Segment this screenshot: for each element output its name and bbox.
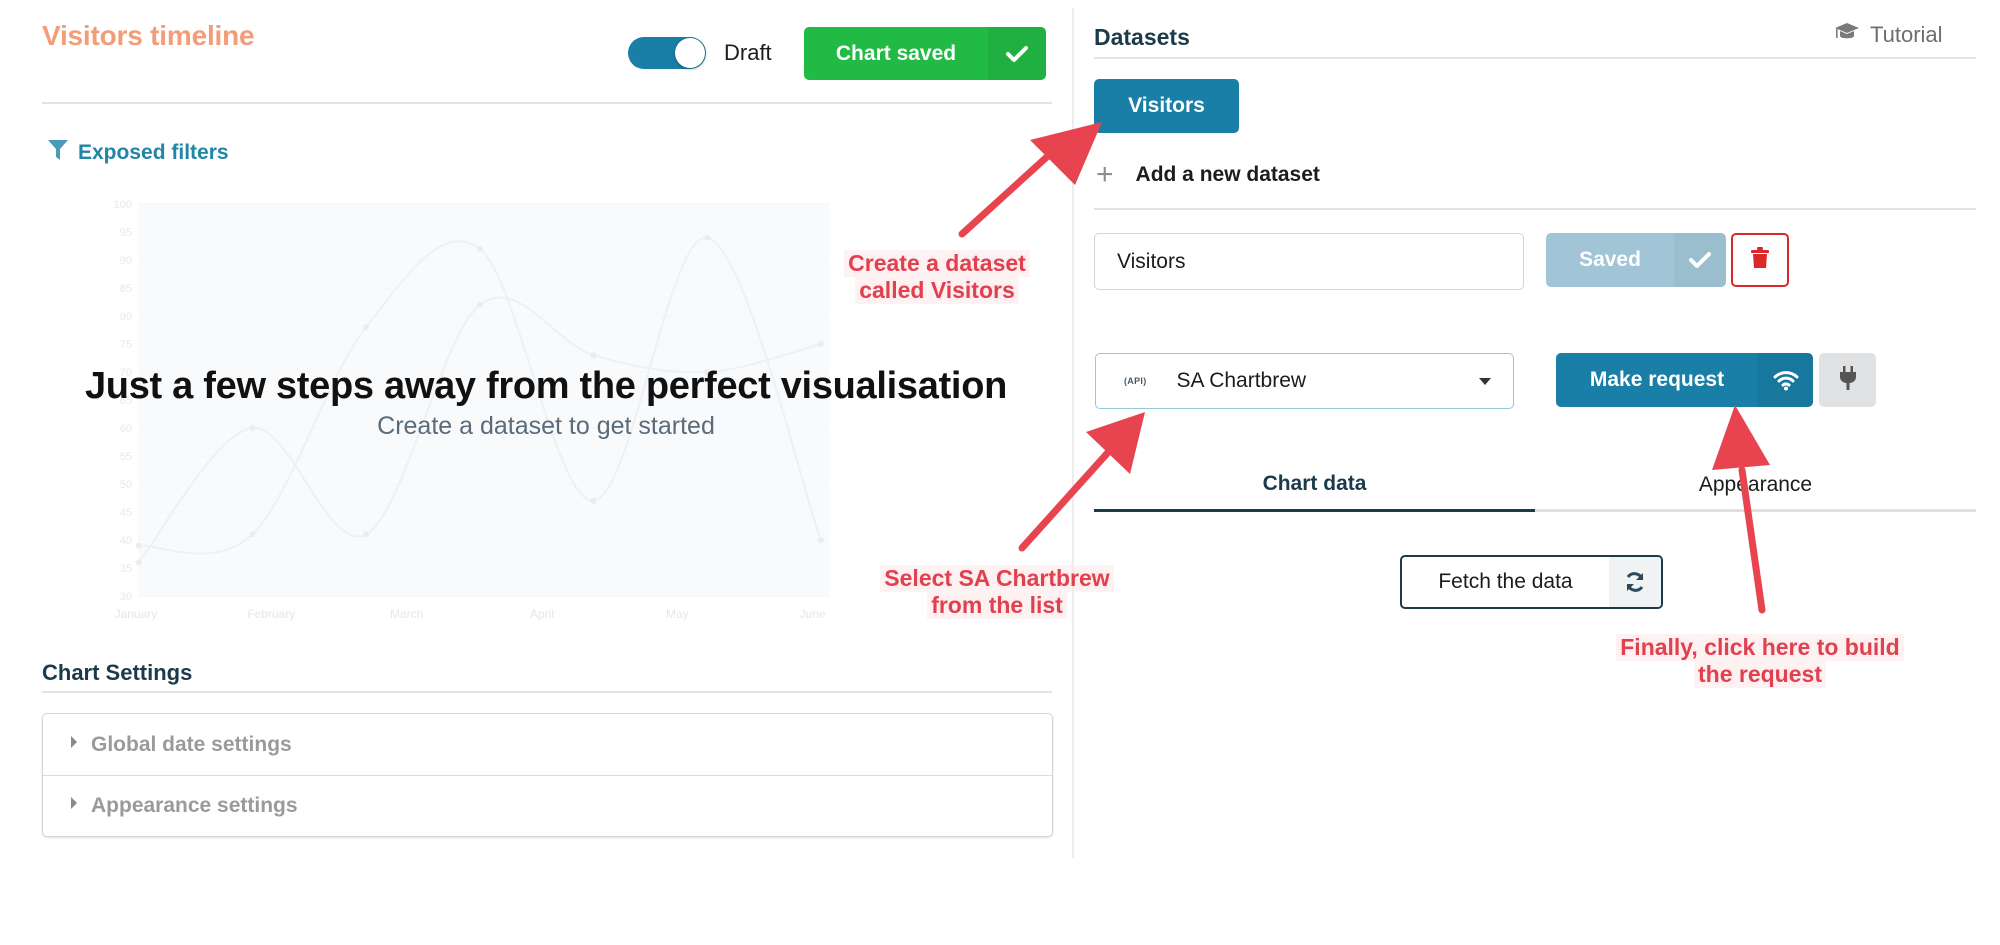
y-tick-label: 85	[120, 283, 132, 295]
toggle-knob	[675, 38, 705, 68]
data-point	[817, 537, 824, 543]
data-point	[476, 301, 483, 308]
annotation-line: from the list	[927, 592, 1067, 619]
dataset-tabs: Chart data Appearance	[1094, 458, 1976, 512]
accordion-global-date-settings[interactable]: Global date settings	[43, 714, 1052, 775]
header-divider	[42, 102, 1052, 104]
filter-icon	[48, 140, 68, 166]
y-tick-label: 95	[120, 227, 132, 239]
plug-icon	[1839, 365, 1856, 395]
annotation-select-connection: Select SA Chartbrew from the list	[862, 565, 1132, 619]
data-point	[363, 531, 370, 538]
x-tick-label: April	[530, 607, 554, 621]
tab-chart-data[interactable]: Chart data	[1094, 458, 1535, 512]
y-tick-label: 80	[120, 311, 132, 323]
x-tick-label: June	[800, 607, 826, 621]
add-dataset-button[interactable]: + Add a new dataset	[1096, 160, 1320, 190]
tab-appearance[interactable]: Appearance	[1535, 458, 1976, 512]
draft-label: Draft	[724, 40, 772, 65]
y-tick-label: 90	[120, 255, 132, 267]
datasets-divider	[1094, 57, 1976, 59]
graduation-cap-icon	[1834, 22, 1860, 48]
annotation-line: called Visitors	[855, 277, 1019, 304]
connection-settings-button[interactable]	[1819, 353, 1876, 407]
exposed-filters-label: Exposed filters	[78, 141, 229, 164]
accordion-label: Global date settings	[91, 732, 292, 756]
exposed-filters-toggle[interactable]: Exposed filters	[48, 140, 229, 166]
wifi-icon	[1758, 353, 1813, 407]
arrow-to-visitors-dataset	[958, 122, 1102, 238]
connection-dropdown[interactable]: (API) SA Chartbrew	[1095, 353, 1514, 409]
datasets-heading: Datasets	[1094, 24, 1190, 50]
chart-settings-accordion: Global date settings Appearance settings	[42, 713, 1053, 837]
tutorial-button[interactable]: Tutorial	[1834, 22, 1943, 48]
fetch-data-label: Fetch the data	[1438, 570, 1573, 593]
dropdown-caret-icon	[1479, 377, 1491, 385]
chart-settings-heading: Chart Settings	[42, 660, 193, 685]
delete-dataset-button[interactable]	[1731, 233, 1789, 287]
data-point	[135, 559, 142, 566]
annotation-line: the request	[1694, 661, 1826, 688]
y-tick-label: 50	[120, 479, 132, 491]
x-tick-label: March	[390, 607, 423, 621]
data-point	[363, 324, 370, 331]
make-request-button[interactable]: Make request	[1556, 353, 1813, 407]
data-point	[249, 531, 256, 538]
y-tick-label: 45	[120, 507, 132, 519]
accordion-appearance-settings[interactable]: Appearance settings	[43, 775, 1052, 836]
x-tick-label: February	[247, 607, 295, 621]
data-point	[817, 341, 824, 347]
check-icon	[1674, 233, 1726, 287]
y-tick-label: 40	[120, 535, 132, 547]
annotation-line: Create a dataset	[844, 250, 1030, 277]
y-tick-label: 35	[120, 563, 132, 575]
y-tick-label: 30	[120, 591, 132, 603]
add-dataset-label: Add a new dataset	[1135, 163, 1320, 186]
trash-icon	[1751, 246, 1769, 274]
chart-saved-label: Chart saved	[835, 41, 957, 65]
data-point	[476, 245, 483, 252]
annotation-line: Finally, click here to build	[1616, 634, 1904, 661]
y-tick-label: 55	[120, 451, 132, 463]
x-tick-label: May	[666, 607, 689, 621]
empty-state-subtitle: Create a dataset to get started	[377, 412, 715, 440]
draft-toggle[interactable]	[628, 37, 706, 69]
tutorial-label: Tutorial	[1870, 22, 1943, 47]
chart-saved-button[interactable]: Chart saved	[804, 27, 1046, 80]
chart-title[interactable]: Visitors timeline	[42, 20, 255, 52]
y-tick-label: 75	[120, 339, 132, 351]
caret-right-icon	[71, 797, 77, 809]
check-icon	[988, 27, 1046, 80]
dataset-section-divider	[1094, 208, 1976, 210]
annotation-make-request: Finally, click here to build the request	[1600, 634, 1920, 688]
connection-selected-value: SA Chartbrew	[1176, 369, 1307, 392]
refresh-icon	[1609, 557, 1661, 607]
data-point	[135, 542, 142, 549]
data-point	[704, 234, 711, 241]
panel-separator	[1072, 8, 1074, 858]
dataset-visitors-button[interactable]: Visitors	[1094, 79, 1239, 133]
chart-settings-divider	[42, 691, 1052, 693]
x-tick-label: January	[115, 607, 158, 621]
empty-state-title: Just a few steps away from the perfect v…	[84, 365, 1008, 407]
dataset-name-input[interactable]	[1094, 233, 1524, 290]
saved-label: Saved	[1579, 248, 1641, 271]
dataset-saved-button[interactable]: Saved	[1546, 233, 1726, 287]
plus-icon: +	[1096, 158, 1114, 191]
annotation-line: Select SA Chartbrew	[880, 565, 1114, 592]
api-badge-icon: (API)	[1124, 376, 1147, 386]
caret-right-icon	[71, 735, 77, 748]
accordion-label: Appearance settings	[91, 794, 298, 817]
data-point	[590, 497, 597, 504]
annotation-create-dataset: Create a dataset called Visitors	[822, 250, 1052, 304]
make-request-label: Make request	[1589, 368, 1725, 391]
y-tick-label: 100	[114, 199, 132, 211]
fetch-data-button[interactable]: Fetch the data	[1400, 555, 1663, 609]
data-point	[590, 352, 597, 359]
